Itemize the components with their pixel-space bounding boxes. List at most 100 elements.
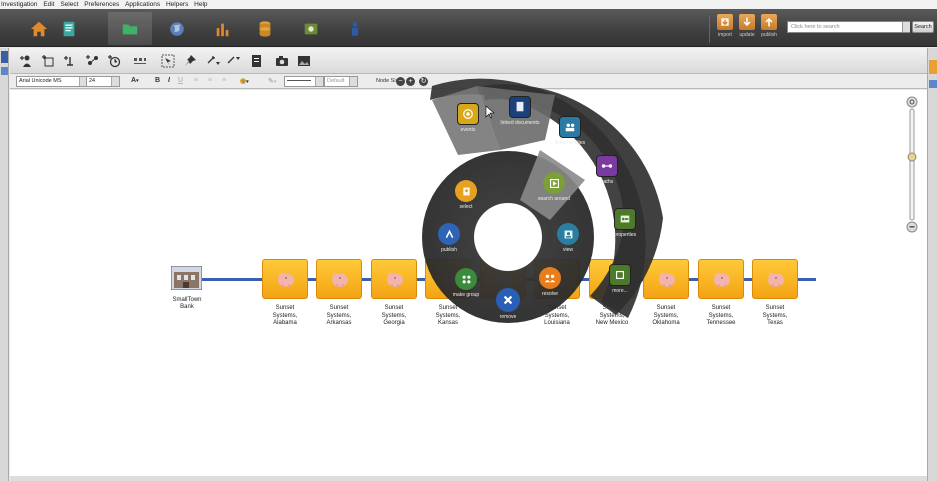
nav-database-button[interactable] (243, 12, 287, 45)
fill-color-button[interactable]: ◉▾ (240, 77, 249, 85)
update-label: update (739, 32, 755, 38)
menu-applications[interactable]: Applications (125, 1, 160, 8)
radial-paths-item[interactable]: paths (577, 155, 637, 185)
line-style-value (287, 80, 311, 82)
radial-paths-label: paths (600, 179, 614, 185)
radial-view-label: view (562, 247, 573, 253)
right-panel-tab[interactable] (929, 60, 937, 74)
import-label: import (718, 32, 732, 38)
properties-icon (614, 208, 636, 230)
radial-select-item[interactable]: select (436, 180, 496, 210)
globe-icon (170, 21, 184, 36)
update-icon (739, 14, 755, 30)
chevron-down-icon (349, 77, 357, 86)
align-right-button[interactable]: ≡ (222, 77, 226, 84)
search-button[interactable]: Search (912, 21, 934, 33)
node-size-increase-button[interactable]: + (406, 77, 415, 86)
entity-node-label: Sunset Systems, Texas (762, 305, 788, 326)
piggy-bank-icon (387, 272, 403, 287)
nav-folder-button[interactable] (108, 12, 152, 45)
entity-node-label: Sunset Systems, Arkansas (326, 305, 352, 326)
bank-node[interactable] (170, 265, 203, 291)
right-panel-tab-secondary[interactable] (929, 80, 937, 88)
underline-button[interactable]: U (178, 77, 183, 84)
left-panel-tab[interactable] (1, 51, 8, 63)
image-icon (304, 23, 318, 34)
align-center-button[interactable]: ≡ (208, 77, 212, 84)
line-style-select[interactable] (284, 76, 324, 87)
building-photo-icon (170, 265, 203, 291)
menu-helpers[interactable]: Helpers (166, 1, 188, 8)
menu-investigation[interactable]: Investigation (1, 1, 38, 8)
radial-events-label: events (460, 127, 476, 133)
menu-select[interactable]: Select (60, 1, 78, 8)
font-size-select[interactable]: 24 (86, 76, 120, 87)
node-size-reset-button[interactable]: ↻ (419, 77, 428, 86)
radial-resolve-item[interactable]: resolve (520, 267, 580, 297)
entity-node[interactable] (262, 259, 308, 299)
nav-image-button[interactable] (289, 12, 333, 45)
bold-button[interactable]: B (155, 77, 160, 84)
chevron-down-icon (111, 77, 119, 86)
radial-properties-item[interactable]: properties (595, 208, 655, 238)
add-event-button[interactable] (104, 53, 124, 69)
menu-preferences[interactable]: Preferences (84, 1, 119, 8)
update-button[interactable]: update (738, 14, 756, 42)
align-left-button[interactable]: ≡ (194, 77, 198, 84)
search-dropdown-toggle[interactable] (902, 22, 910, 32)
camera-icon (276, 56, 288, 66)
events-target-icon (457, 103, 479, 125)
filter-options-button[interactable] (224, 53, 244, 69)
zoom-slider[interactable] (906, 96, 918, 234)
notes-button[interactable] (246, 53, 266, 69)
radial-view-item[interactable]: view (538, 223, 598, 253)
italic-button[interactable]: I (168, 77, 170, 84)
folder-icon (122, 24, 138, 34)
add-person-button[interactable] (16, 53, 36, 69)
entity-node[interactable] (752, 259, 798, 299)
nav-person-button[interactable] (333, 12, 377, 45)
line-weight-select[interactable]: Default (324, 76, 358, 87)
add-link-button[interactable] (60, 53, 80, 69)
font-family-select[interactable]: Arial Unicode MS (16, 76, 88, 87)
radial-events-item[interactable]: events (438, 103, 498, 133)
layout-button[interactable] (130, 53, 150, 69)
entity-node[interactable] (371, 259, 417, 299)
horizontal-scrollbar[interactable] (10, 476, 927, 481)
entity-node-label: Sunset Systems, Alabama (272, 305, 298, 326)
pin-button[interactable] (180, 53, 200, 69)
select-tool-button[interactable] (158, 53, 178, 69)
filter-button[interactable] (204, 53, 224, 69)
node-size-decrease-button[interactable]: − (396, 77, 405, 86)
nav-book-button[interactable] (47, 12, 91, 45)
nav-globe-button[interactable] (155, 12, 199, 45)
bank-node-label: SmallTown Bank (172, 297, 202, 310)
image-button[interactable] (294, 53, 314, 69)
menu-help[interactable]: Help (194, 1, 207, 8)
pin-icon (185, 55, 196, 66)
font-color-button[interactable]: A▾ (131, 77, 139, 84)
entity-node[interactable] (698, 259, 744, 299)
entity-node-label: Sunset Systems, Oklahoma (652, 305, 680, 326)
line-color-button[interactable]: ✎▾ (268, 77, 276, 85)
menu-edit[interactable]: Edit (43, 1, 54, 8)
add-document-button[interactable] (38, 53, 58, 69)
radial-publish-item[interactable]: publish (419, 223, 479, 253)
connect-button[interactable] (82, 53, 102, 69)
publish-arrow-icon (438, 223, 460, 245)
radial-search-around-item[interactable]: search around (524, 172, 584, 202)
radial-linked-entities-label: linked entities (554, 140, 586, 146)
entity-node[interactable] (316, 259, 362, 299)
document-icon (509, 96, 531, 118)
radial-properties-label: properties (613, 232, 637, 238)
radial-linked-entities-item[interactable]: linked entities (540, 116, 600, 146)
left-panel-tab-secondary[interactable] (1, 67, 8, 75)
import-button[interactable]: import (716, 14, 734, 42)
home-icon (30, 21, 48, 36)
nav-chart-button[interactable] (201, 12, 245, 45)
snapshot-button[interactable] (272, 53, 292, 69)
search-input[interactable]: Click here to search (787, 21, 910, 33)
publish-button[interactable]: publish (760, 14, 778, 42)
radial-more-item[interactable]: more... (590, 264, 650, 294)
clock-icon (108, 55, 121, 68)
